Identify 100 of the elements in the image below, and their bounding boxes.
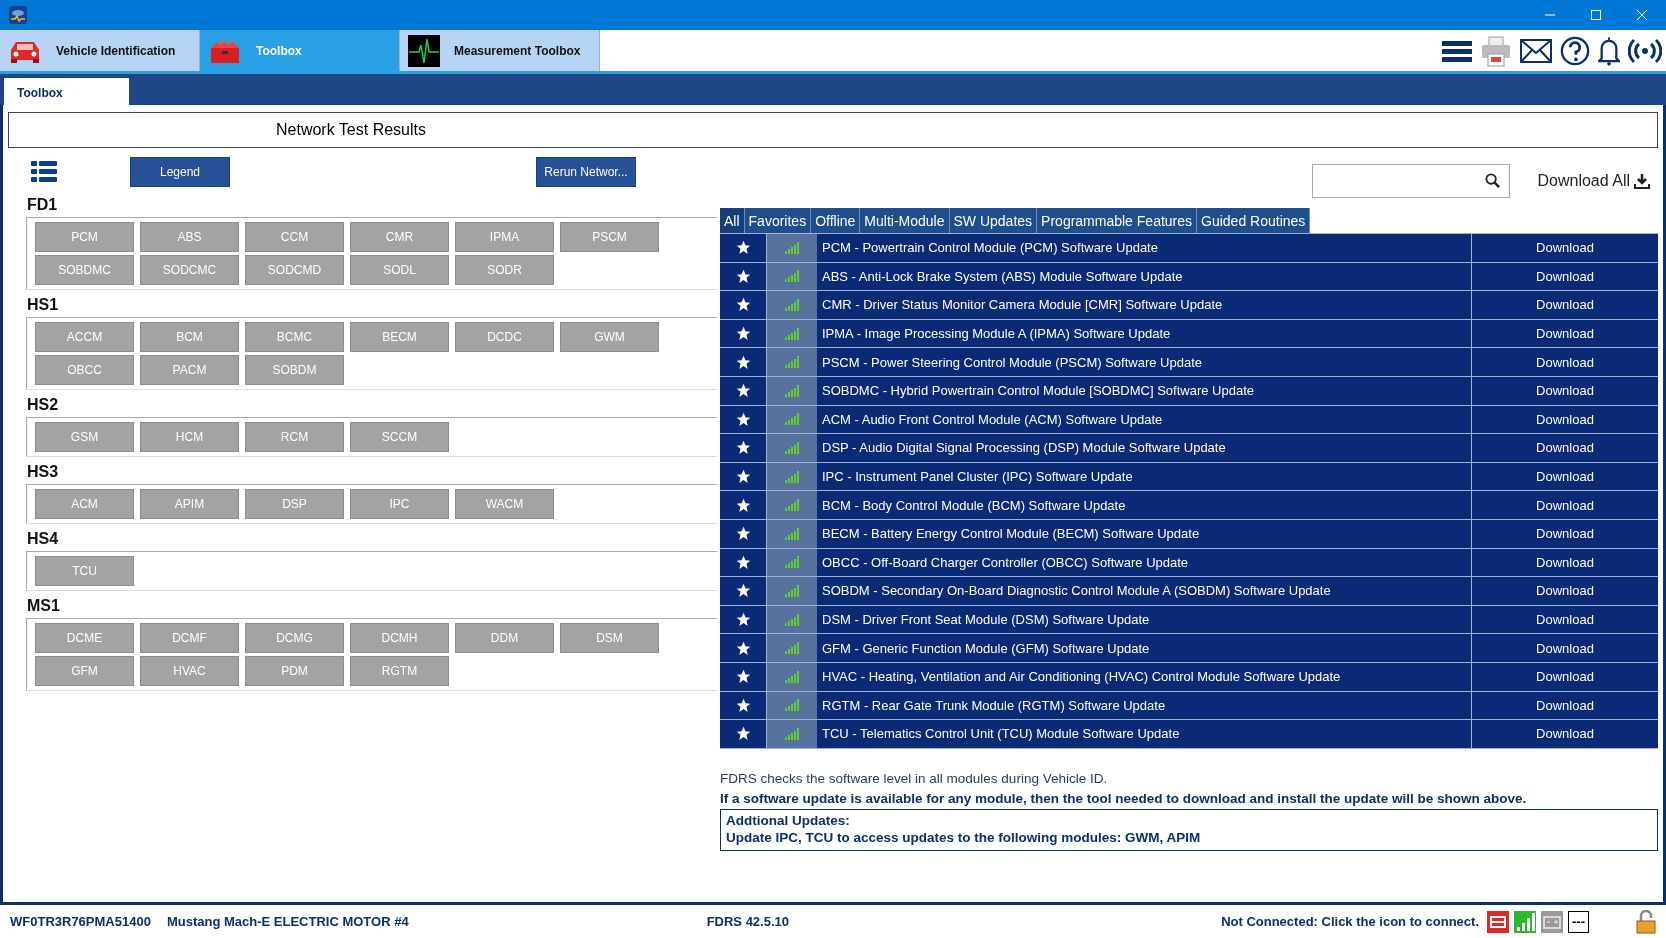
module-button[interactable]: WACM: [455, 489, 554, 519]
star-icon[interactable]: [735, 440, 751, 456]
star-icon[interactable]: [735, 240, 751, 256]
star-icon[interactable]: [735, 583, 751, 599]
star-icon[interactable]: [735, 469, 751, 485]
module-button[interactable]: CMR: [350, 222, 449, 252]
module-button[interactable]: HCM: [140, 422, 239, 452]
download-link[interactable]: Download: [1536, 469, 1594, 485]
module-button[interactable]: SCCM: [350, 422, 449, 452]
wireless-icon[interactable]: [1628, 36, 1662, 65]
module-button[interactable]: DDM: [455, 623, 554, 653]
download-link[interactable]: Download: [1536, 383, 1594, 399]
module-button[interactable]: RCM: [245, 422, 344, 452]
close-icon[interactable]: [1636, 9, 1648, 21]
help-icon[interactable]: [1560, 35, 1590, 66]
rerun-network-button[interactable]: Rerun Networ...: [536, 157, 636, 187]
filter-tab[interactable]: Favorites: [744, 208, 812, 233]
download-link[interactable]: Download: [1536, 411, 1594, 427]
star-icon[interactable]: [735, 697, 751, 713]
download-link[interactable]: Download: [1536, 497, 1594, 513]
legend-button[interactable]: Legend: [130, 157, 230, 187]
star-icon[interactable]: [735, 268, 751, 284]
printer-icon[interactable]: [1480, 34, 1512, 67]
filter-tab[interactable]: Programmable Features: [1037, 208, 1198, 233]
download-link[interactable]: Download: [1536, 669, 1594, 685]
app-tab[interactable]: Toolbox: [200, 30, 400, 71]
module-button[interactable]: CCM: [245, 222, 344, 252]
module-button[interactable]: DSP: [245, 489, 344, 519]
download-link[interactable]: Download: [1536, 697, 1594, 713]
module-button[interactable]: IPMA: [455, 222, 554, 252]
module-button[interactable]: BCM: [140, 322, 239, 352]
star-icon[interactable]: [735, 497, 751, 513]
module-button[interactable]: BECM: [350, 322, 449, 352]
module-button[interactable]: SOBDM: [245, 355, 344, 385]
menu-icon[interactable]: [1442, 39, 1472, 62]
download-link[interactable]: Download: [1536, 583, 1594, 599]
module-button[interactable]: GWM: [560, 322, 659, 352]
module-button[interactable]: IPC: [350, 489, 449, 519]
download-link[interactable]: Download: [1536, 726, 1594, 742]
download-all-button[interactable]: Download All: [1537, 171, 1650, 190]
filter-tab[interactable]: All: [720, 208, 745, 233]
star-icon[interactable]: [735, 554, 751, 570]
module-button[interactable]: DCDC: [455, 322, 554, 352]
module-button[interactable]: OBCC: [35, 355, 134, 385]
download-link[interactable]: Download: [1536, 440, 1594, 456]
module-button[interactable]: DSM: [560, 623, 659, 653]
module-button[interactable]: ABS: [140, 222, 239, 252]
module-button[interactable]: SODR: [455, 255, 554, 285]
download-link[interactable]: Download: [1536, 326, 1594, 342]
module-button[interactable]: DCMF: [140, 623, 239, 653]
star-icon[interactable]: [735, 640, 751, 656]
module-button[interactable]: APIM: [140, 489, 239, 519]
module-button[interactable]: SODCMD: [245, 255, 344, 285]
toolbox-tab[interactable]: Toolbox: [4, 78, 129, 105]
star-icon[interactable]: [735, 297, 751, 313]
filter-tab[interactable]: Multi-Module: [860, 208, 950, 233]
connector-icon[interactable]: [1487, 910, 1509, 933]
module-button[interactable]: GSM: [35, 422, 134, 452]
module-button[interactable]: DCME: [35, 623, 134, 653]
star-icon[interactable]: [735, 354, 751, 370]
padlock-icon[interactable]: [1636, 909, 1656, 934]
module-button[interactable]: SODCMC: [140, 255, 239, 285]
module-button[interactable]: ACM: [35, 489, 134, 519]
download-link[interactable]: Download: [1536, 612, 1594, 627]
star-icon[interactable]: [735, 612, 751, 627]
maximize-icon[interactable]: [1590, 9, 1602, 21]
download-link[interactable]: Download: [1536, 268, 1594, 284]
app-tab[interactable]: Measurement Toolbox: [400, 30, 600, 71]
star-icon[interactable]: [735, 326, 751, 342]
module-button[interactable]: SODL: [350, 255, 449, 285]
list-view-icon[interactable]: [31, 161, 57, 183]
download-link[interactable]: Download: [1536, 354, 1594, 370]
star-icon[interactable]: [735, 726, 751, 742]
module-button[interactable]: PCM: [35, 222, 134, 252]
download-link[interactable]: Download: [1536, 640, 1594, 656]
bell-icon[interactable]: [1598, 35, 1620, 66]
module-button[interactable]: SOBDMC: [35, 255, 134, 285]
download-link[interactable]: Download: [1536, 297, 1594, 313]
star-icon[interactable]: [735, 669, 751, 685]
download-link[interactable]: Download: [1536, 554, 1594, 570]
module-button[interactable]: ACCM: [35, 322, 134, 352]
star-icon[interactable]: [735, 383, 751, 399]
search-icon[interactable]: [1484, 173, 1500, 188]
module-button[interactable]: PSCM: [560, 222, 659, 252]
module-button[interactable]: BCMC: [245, 322, 344, 352]
download-link[interactable]: Download: [1536, 240, 1594, 256]
module-button[interactable]: PDM: [245, 656, 344, 686]
module-button[interactable]: HVAC: [140, 656, 239, 686]
module-button[interactable]: DCMH: [350, 623, 449, 653]
search-field[interactable]: [1311, 163, 1510, 198]
module-button[interactable]: GFM: [35, 656, 134, 686]
app-tab[interactable]: Vehicle Identification: [0, 30, 200, 71]
module-button[interactable]: RGTM: [350, 656, 449, 686]
module-button[interactable]: TCU: [35, 556, 134, 586]
star-icon[interactable]: [735, 526, 751, 542]
filter-tab[interactable]: Offline: [811, 208, 861, 233]
filter-tab[interactable]: SW Updates: [949, 208, 1038, 233]
download-link[interactable]: Download: [1536, 526, 1594, 542]
filter-tab[interactable]: Guided Routines: [1197, 208, 1311, 233]
mail-icon[interactable]: [1520, 38, 1552, 63]
